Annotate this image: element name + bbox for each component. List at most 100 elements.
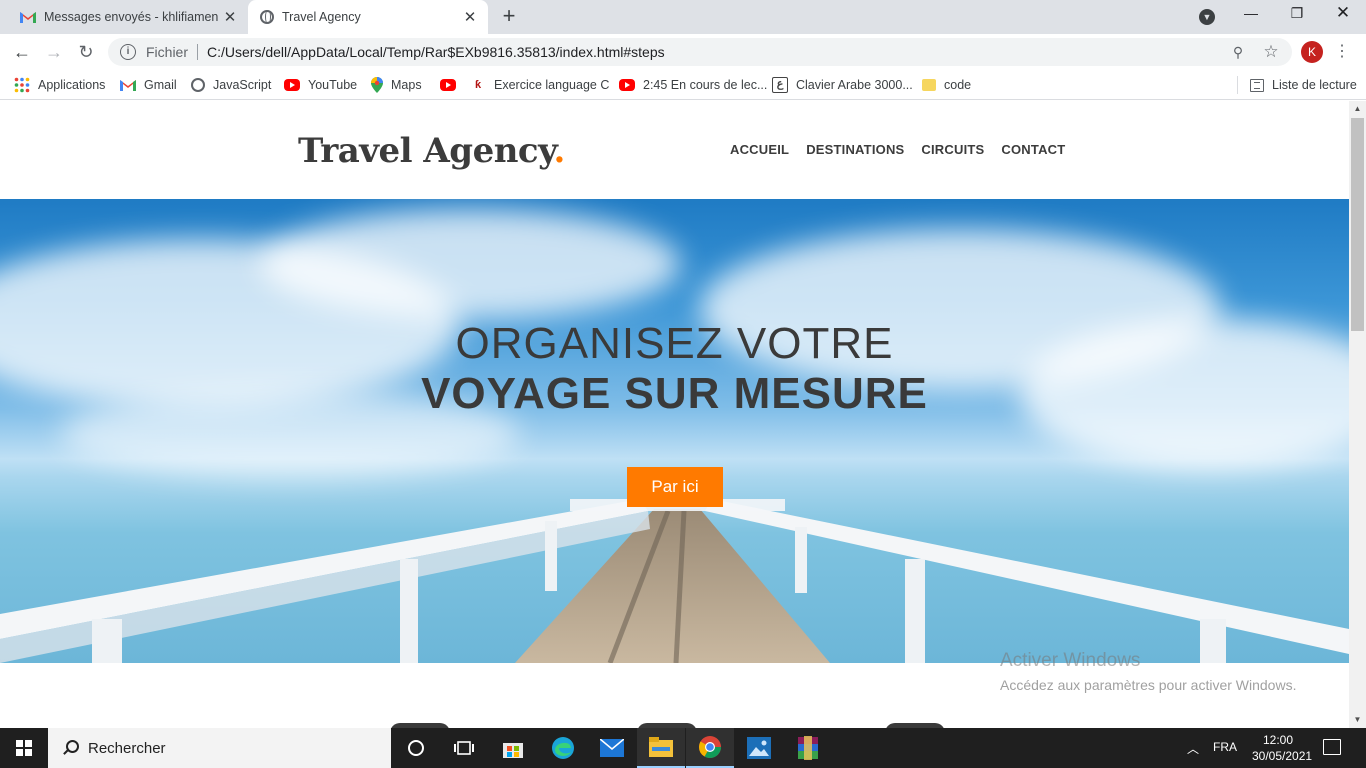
bookmark-label: Clavier Arabe 3000... [796, 78, 913, 92]
bookmarks-bar: Applications Gmail JavaScript YouTube Ma… [0, 70, 1366, 100]
forward-arrow-icon[interactable]: → [42, 40, 66, 64]
bookmark-label: Applications [38, 78, 106, 92]
search-icon [62, 740, 79, 756]
activate-windows-subtitle: Accédez aux paramètres pour activer Wind… [1000, 677, 1297, 693]
tab-title: Travel Agency [282, 10, 361, 24]
scroll-thumb[interactable] [1351, 118, 1364, 331]
start-button[interactable] [0, 728, 48, 768]
bookmark-label: code [944, 78, 972, 92]
search-placeholder: Rechercher [88, 739, 166, 757]
bookmark-applications[interactable]: Applications [14, 76, 105, 94]
clock-date: 30/05/2021 [1252, 749, 1313, 763]
chrome-icon[interactable] [686, 728, 734, 768]
reading-list-label: Liste de lecture [1272, 78, 1357, 92]
browser-toolbar: ← → ↻ i Fichier C:/Users/dell/AppData/Lo… [0, 34, 1366, 70]
minimize-icon[interactable]: — [1238, 5, 1264, 25]
close-icon[interactable]: ✕ [218, 8, 242, 26]
bookmark-star-icon[interactable]: ☆ [1262, 43, 1280, 61]
nav-link-circuits[interactable]: CIRCUITS [921, 142, 984, 157]
hero-banner: ORGANISEZ VOTRE VOYAGE SUR MESURE Par ic… [0, 199, 1349, 663]
page-scrollbar[interactable]: ▲ ▼ [1349, 101, 1366, 728]
activate-windows-title: Activer Windows [1000, 650, 1141, 671]
globe-icon [260, 10, 274, 24]
gmail-icon [120, 80, 136, 91]
apps-grid-icon [14, 77, 30, 93]
clock[interactable]: 12:00 30/05/2021 [1252, 732, 1313, 764]
scroll-down-arrow-icon[interactable]: ▼ [1349, 712, 1366, 728]
close-icon[interactable]: ✕ [458, 8, 482, 26]
photos-icon[interactable] [735, 728, 783, 768]
divider [1237, 76, 1238, 94]
reading-list-icon [1250, 78, 1264, 92]
bookmark-label: Maps [391, 78, 422, 92]
scheme-label: Fichier [146, 44, 189, 60]
folder-icon [922, 79, 936, 91]
tab-travel-agency[interactable]: Travel Agency ✕ [248, 0, 488, 34]
more-menu-icon[interactable]: ⋮ [1334, 42, 1350, 62]
edge-icon[interactable] [539, 728, 587, 768]
logo-text: Travel Agency [298, 131, 554, 171]
nav-link-contact[interactable]: CONTACT [1001, 142, 1065, 157]
scroll-up-arrow-icon[interactable]: ▲ [1349, 101, 1366, 117]
site-logo[interactable]: Travel Agency. [298, 131, 565, 171]
hero-title-line1: ORGANISEZ VOTRE [455, 319, 894, 368]
tab-gmail[interactable]: Messages envoyés - khlifiameni@ ✕ [8, 0, 248, 34]
globe-icon [191, 78, 205, 92]
bookmark-label: 2:45 En cours de lec... [643, 78, 768, 92]
gmail-icon [20, 12, 36, 23]
bookmark-exercice-c[interactable]: ƙ Exercice language C [470, 76, 609, 94]
site-header: Travel Agency. ACCUEIL DESTINATIONS CIRC… [0, 101, 1349, 199]
windows-logo-icon [16, 740, 32, 756]
address-bar[interactable]: i Fichier C:/Users/dell/AppData/Local/Te… [108, 38, 1292, 66]
reload-icon[interactable]: ↻ [74, 40, 98, 64]
back-arrow-icon[interactable]: ← [10, 40, 34, 64]
window-close-icon[interactable]: ✕ [1330, 3, 1356, 25]
logo-dot: . [553, 131, 565, 171]
input-language[interactable]: FRA [1213, 740, 1237, 754]
taskbar-search[interactable]: Rechercher [48, 728, 391, 768]
tab-strip: Messages envoyés - khlifiameni@ ✕ Travel… [0, 0, 1366, 34]
file-explorer-icon[interactable] [637, 728, 685, 768]
bookmark-youtube[interactable]: YouTube [284, 76, 357, 94]
profile-avatar[interactable]: K [1301, 41, 1323, 63]
reading-list-button[interactable]: Liste de lecture [1250, 76, 1357, 94]
tab-search-icon[interactable]: ▼ [1199, 9, 1215, 25]
clavier-icon: ع [772, 77, 788, 93]
bookmark-label: Exercice language C [494, 78, 610, 92]
bookmark-javascript[interactable]: JavaScript [191, 76, 271, 94]
pier-illustration [0, 499, 1349, 663]
cta-button[interactable]: Par ici [627, 467, 723, 507]
winrar-icon[interactable] [784, 728, 832, 768]
bookmark-gmail[interactable]: Gmail [120, 76, 177, 94]
bookmark-maps[interactable]: Maps [371, 76, 422, 94]
bookmark-label: JavaScript [213, 78, 272, 92]
maximize-icon[interactable]: ❐ [1284, 5, 1310, 25]
bookmark-clavier-arabe[interactable]: ع Clavier Arabe 3000... [772, 76, 913, 94]
mail-icon[interactable] [588, 728, 636, 768]
youtube-icon [284, 79, 300, 91]
bookmark-label: YouTube [308, 78, 358, 92]
bookmark-youtube-video[interactable]: 2:45 En cours de lec... [619, 76, 767, 94]
hero-title-line2: VOYAGE SUR MESURE [421, 369, 928, 418]
page-viewport: Travel Agency. ACCUEIL DESTINATIONS CIRC… [0, 101, 1349, 728]
chevron-up-icon[interactable]: ︿ [1185, 740, 1201, 756]
site-nav: ACCUEIL DESTINATIONS CIRCUITS CONTACT [730, 142, 1065, 157]
youtube-icon [440, 79, 456, 91]
divider [197, 44, 199, 60]
cortana-icon[interactable] [392, 728, 440, 768]
youtube-icon [619, 79, 635, 91]
nav-link-destinations[interactable]: DESTINATIONS [806, 142, 904, 157]
task-view-icon[interactable] [440, 728, 488, 768]
notification-center-icon[interactable] [1323, 739, 1341, 755]
tab-title: Messages envoyés - khlifiameni@ [44, 10, 218, 24]
bookmark-folder-code[interactable]: code [922, 76, 971, 94]
bookmark-youtube-2[interactable] [440, 76, 464, 94]
windows-taskbar: Rechercher ︿ FRA 12:00 30/05/2021 [0, 728, 1366, 768]
nav-link-accueil[interactable]: ACCUEIL [730, 142, 789, 157]
store-icon[interactable] [489, 728, 537, 768]
info-icon[interactable]: i [120, 44, 136, 60]
site-icon: ƙ [474, 79, 482, 91]
url-text[interactable]: C:/Users/dell/AppData/Local/Temp/Rar$EXb… [207, 44, 665, 60]
new-tab-button[interactable]: + [497, 5, 521, 29]
zoom-icon[interactable]: ⚲ [1230, 44, 1246, 60]
